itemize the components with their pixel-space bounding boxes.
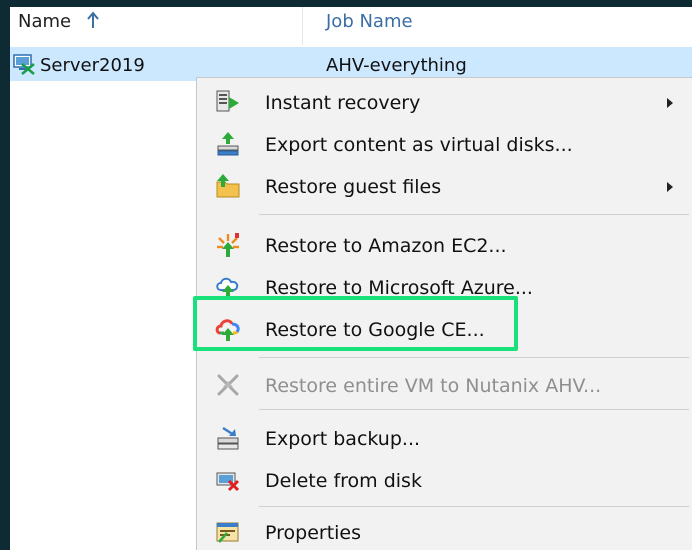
menu-item-restore-amazon-ec2[interactable]: Restore to Amazon EC2... <box>197 225 692 265</box>
highlight-box <box>193 296 518 351</box>
menu-item-label: Export content as virtual disks... <box>265 134 573 156</box>
list-header: Name Job Name <box>10 7 692 45</box>
properties-icon <box>216 522 239 543</box>
instant-recovery-icon <box>216 90 239 112</box>
menu-item-label: Restore entire VM to Nutanix AHV... <box>265 375 602 397</box>
menu-item-properties[interactable]: Properties <box>197 512 692 550</box>
restore-files-icon <box>216 174 240 198</box>
backup-list-panel: Name Job Name Server2019 AHV-everything <box>10 7 692 550</box>
nutanix-icon <box>217 374 239 396</box>
menu-item-instant-recovery[interactable]: Instant recovery <box>197 82 692 122</box>
submenu-arrow-icon <box>667 98 673 108</box>
vm-backup-icon <box>13 54 35 75</box>
menu-item-label: Export backup... <box>265 428 421 450</box>
menu-item-restore-guest-files[interactable]: Restore guest files <box>197 166 692 206</box>
menu-item-delete-from-disk[interactable]: Delete from disk <box>197 460 692 500</box>
column-header-name[interactable]: Name <box>18 11 71 32</box>
submenu-arrow-icon <box>667 182 673 192</box>
menu-item-restore-nutanix-ahv: Restore entire VM to Nutanix AHV... <box>197 365 692 405</box>
menu-separator <box>259 214 689 215</box>
menu-item-label: Delete from disk <box>265 470 422 492</box>
row-job-cell: AHV-everything <box>326 55 467 76</box>
table-row[interactable]: Server2019 AHV-everything <box>10 47 692 81</box>
row-name-cell: Server2019 <box>40 55 145 76</box>
menu-item-export-content[interactable]: Export content as virtual disks... <box>197 124 692 164</box>
menu-item-export-backup[interactable]: Export backup... <box>197 418 692 458</box>
export-backup-icon <box>217 426 239 450</box>
column-divider[interactable] <box>302 7 303 45</box>
export-disks-icon <box>217 132 239 156</box>
menu-separator <box>259 357 689 358</box>
amazon-ec2-icon <box>217 233 239 257</box>
sort-ascending-icon <box>87 11 99 28</box>
column-header-job-name[interactable]: Job Name <box>326 11 413 32</box>
menu-item-label: Restore guest files <box>265 176 442 198</box>
delete-disk-icon <box>216 472 240 492</box>
menu-separator <box>259 409 689 410</box>
menu-item-label: Properties <box>265 522 362 544</box>
menu-item-label: Restore to Amazon EC2... <box>265 235 507 257</box>
menu-item-label: Instant recovery <box>265 92 421 114</box>
menu-separator <box>259 506 689 507</box>
